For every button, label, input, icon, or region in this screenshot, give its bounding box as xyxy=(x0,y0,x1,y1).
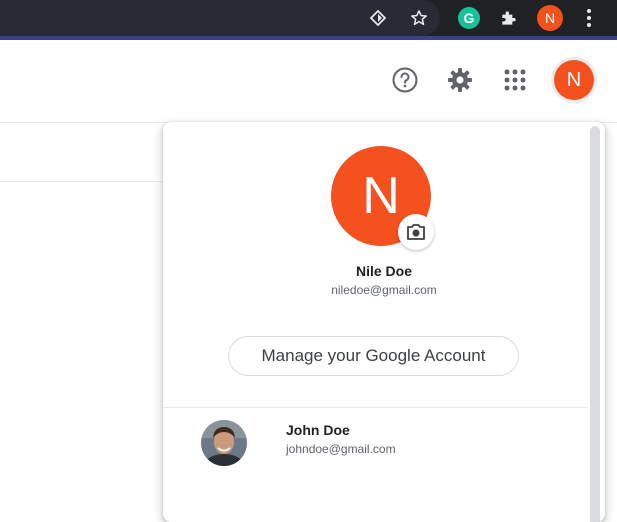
change-photo-button[interactable] xyxy=(398,214,434,250)
bookmark-star-icon[interactable] xyxy=(407,6,431,30)
account-button[interactable]: N xyxy=(551,57,597,103)
browser-toolbar: G N xyxy=(0,0,617,36)
other-account-photo xyxy=(201,420,247,466)
manage-account-button[interactable]: Manage your Google Account xyxy=(228,336,519,376)
other-account-email: johndoe@gmail.com xyxy=(286,442,396,456)
profile-avatar: N xyxy=(537,5,563,31)
help-icon xyxy=(392,67,418,93)
account-email: niledoe@gmail.com xyxy=(331,283,437,297)
apps-grid-icon xyxy=(504,69,526,91)
account-popup: N Nile Doe niledoe@gmail.com Manage your… xyxy=(163,122,605,522)
popup-divider xyxy=(163,407,587,408)
address-bar[interactable] xyxy=(0,0,440,36)
header-avatar: N xyxy=(554,60,594,100)
profile-button[interactable]: N xyxy=(535,5,565,31)
extensions-puzzle-icon[interactable] xyxy=(497,6,521,30)
settings-gear-icon xyxy=(448,68,472,92)
app-header: N xyxy=(0,40,617,123)
account-name: Nile Doe xyxy=(355,263,412,279)
reader-mode-icon[interactable] xyxy=(366,6,390,30)
grammarly-extension-icon[interactable]: G xyxy=(457,6,481,30)
chrome-menu-icon[interactable] xyxy=(577,6,601,30)
other-account-item[interactable]: John Doe johndoe@gmail.com xyxy=(163,409,587,479)
popup-scrollbar[interactable] xyxy=(590,126,600,522)
apps-button[interactable] xyxy=(495,60,535,100)
other-account-name: John Doe xyxy=(286,422,350,438)
grammarly-icon: G xyxy=(458,7,480,29)
settings-button[interactable] xyxy=(440,60,480,100)
content-divider xyxy=(0,181,163,182)
camera-icon xyxy=(407,224,425,240)
help-button[interactable] xyxy=(385,60,425,100)
